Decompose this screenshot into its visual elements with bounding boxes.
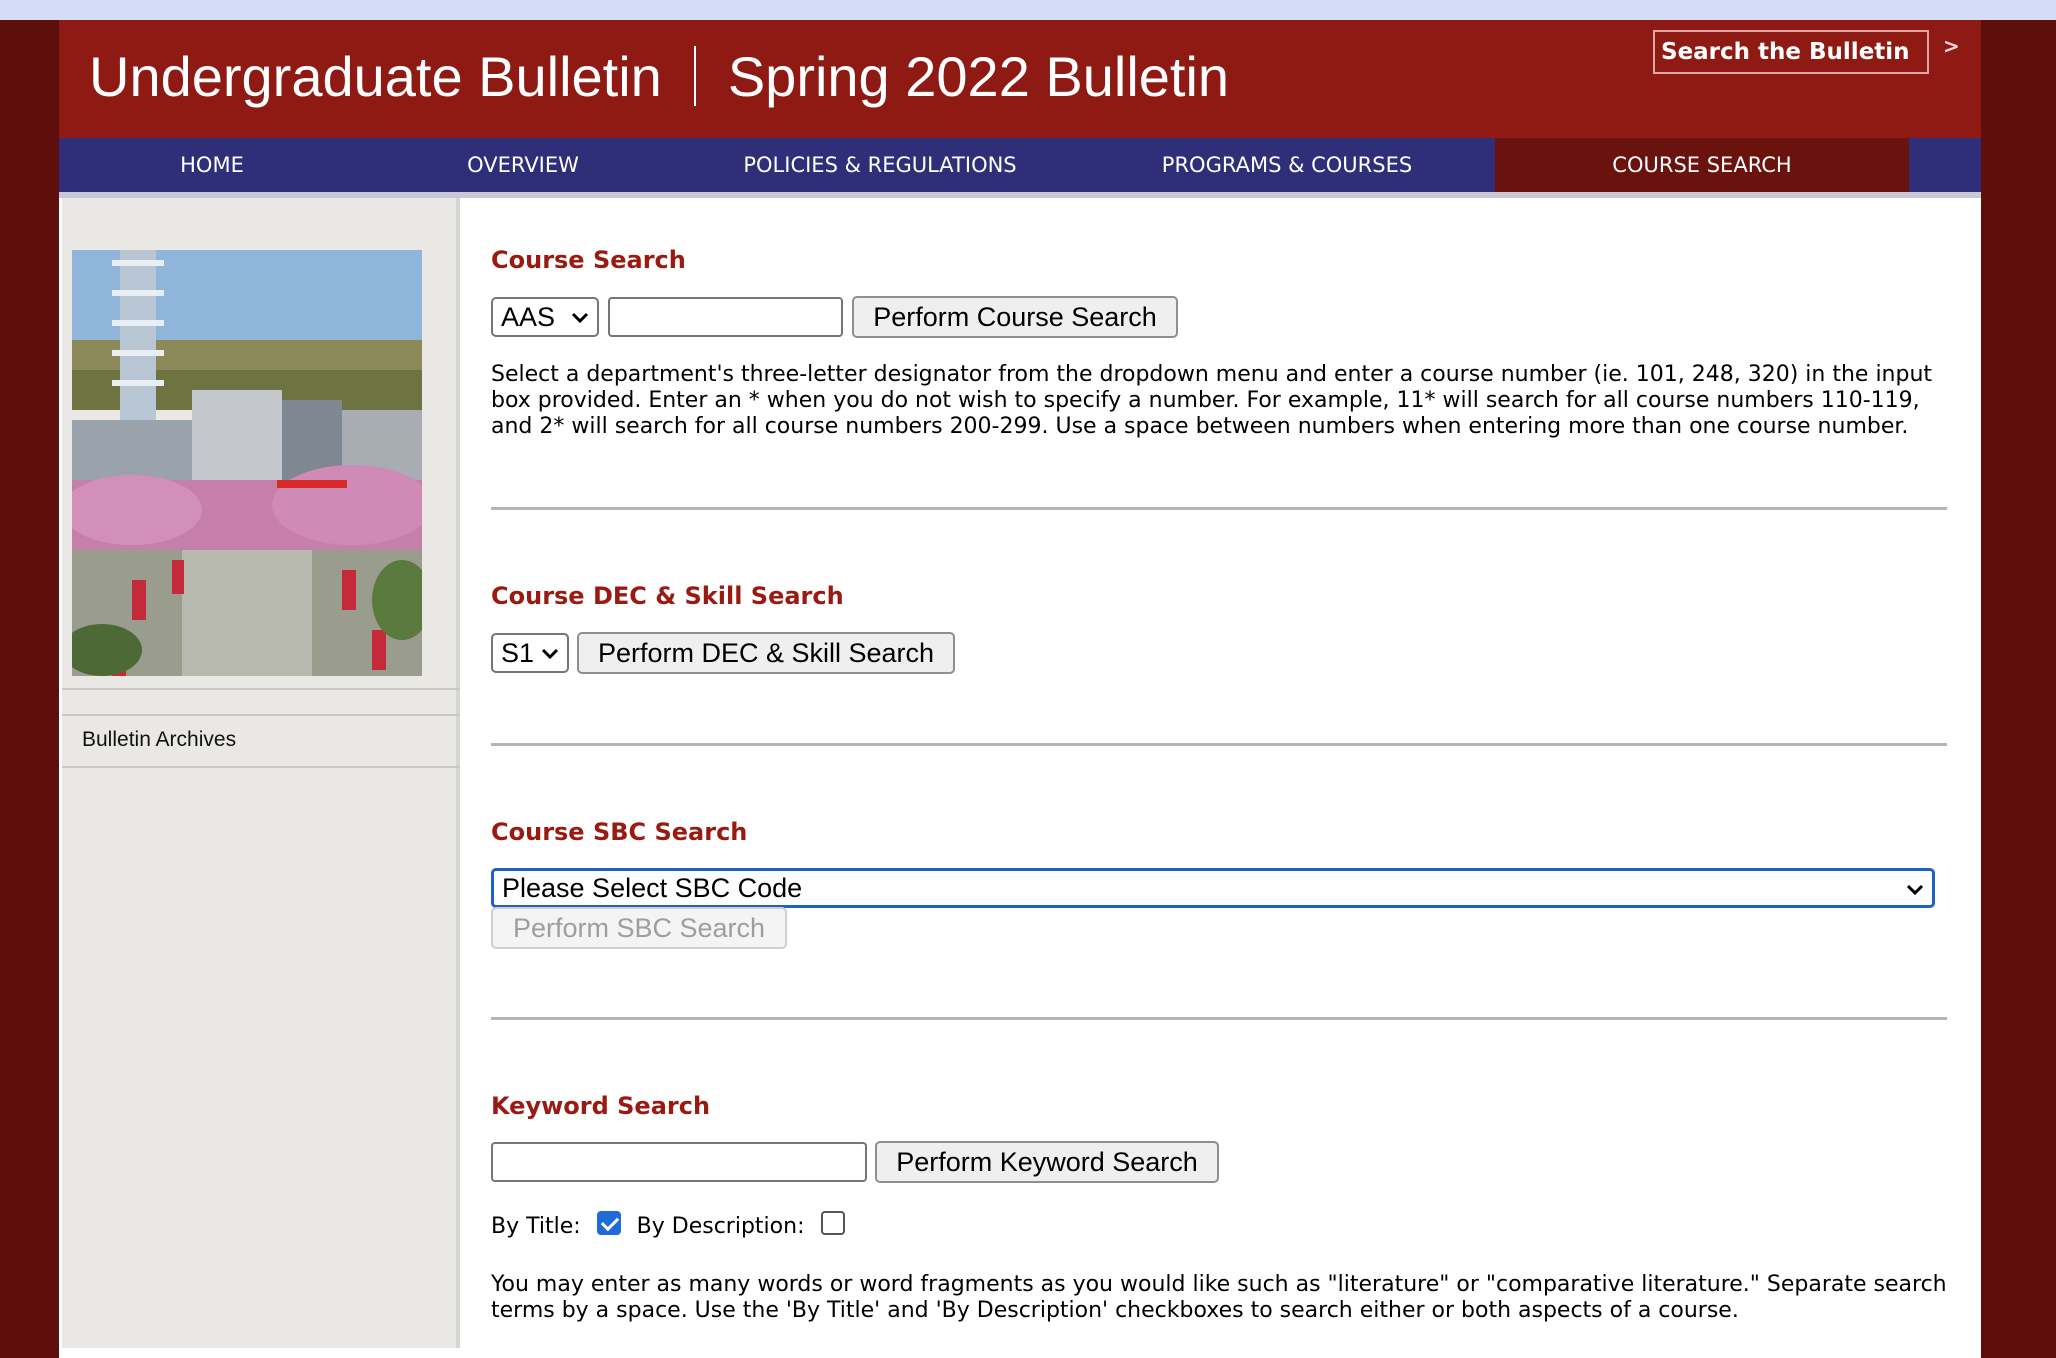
section-divider [491,1017,1947,1020]
browser-top-strip [0,0,2056,20]
nav-programs-courses[interactable]: PROGRAMS & COURSES [1079,138,1495,192]
course-search-description: Select a department's three-letter desig… [491,362,1933,439]
dec-skill-select-value: S1 [501,637,535,668]
department-select[interactable]: AAS [491,297,599,337]
nav-overview[interactable]: OVERVIEW [365,138,681,192]
keyword-search-description: You may enter as many words or word frag… [491,1272,1947,1323]
sidebar-divider [62,766,460,768]
perform-dec-skill-search-button[interactable]: Perform DEC & Skill Search [577,632,955,674]
perform-sbc-search-button[interactable]: Perform SBC Search [491,907,787,949]
sidebar: Bulletin Archives [62,198,460,1348]
course-search-title: Course Search [491,246,686,274]
bulletin-title[interactable]: Undergraduate Bulletin [89,44,662,109]
bulletin-archives-link[interactable]: Bulletin Archives [82,728,236,752]
keyword-search-title: Keyword Search [491,1092,711,1120]
perform-course-search-button[interactable]: Perform Course Search [852,296,1178,338]
nav-home[interactable]: HOME [59,138,365,192]
site-header: Undergraduate Bulletin Spring 2022 Bulle… [59,20,1981,138]
sbc-code-select[interactable]: Please Select SBC Code [491,868,1935,908]
chevron-down-icon [541,648,559,660]
nav-policies-regulations[interactable]: POLICIES & REGULATIONS [681,138,1079,192]
sbc-code-select-value: Please Select SBC Code [502,872,803,903]
footer-strip [59,1348,1981,1358]
nav-course-search[interactable]: COURSE SEARCH [1495,138,1909,192]
course-number-input[interactable] [608,297,843,337]
dec-search-title: Course DEC & Skill Search [491,582,844,610]
dec-skill-select[interactable]: S1 [491,633,569,673]
chevron-down-icon [571,312,589,324]
sbc-search-title: Course SBC Search [491,818,748,846]
by-title-label: By Title: [491,1214,581,1239]
main-nav: HOME OVERVIEW POLICIES & REGULATIONS PRO… [59,138,1981,192]
header-title: Undergraduate Bulletin Spring 2022 Bulle… [89,26,1229,126]
campus-photo [72,250,422,676]
chevron-down-icon [1906,884,1924,896]
section-divider [491,507,1947,510]
page-container: Undergraduate Bulletin Spring 2022 Bulle… [59,20,1981,1358]
by-description-label: By Description: [636,1214,805,1239]
department-select-value: AAS [501,301,556,332]
by-description-checkbox[interactable] [820,1210,845,1235]
sidebar-divider [62,688,460,690]
term-title: Spring 2022 Bulletin [727,44,1230,108]
section-divider [491,743,1947,746]
search-bulletin-input[interactable]: Search the Bulletin [1653,30,1929,74]
perform-keyword-search-button[interactable]: Perform Keyword Search [875,1141,1219,1183]
keyword-input[interactable] [491,1142,867,1182]
search-go-button[interactable]: > [1943,34,1960,58]
title-separator [693,46,696,106]
by-title-checkbox[interactable] [596,1210,621,1235]
keyword-options: By Title: By Description: [491,1210,845,1239]
sidebar-divider [62,714,460,716]
